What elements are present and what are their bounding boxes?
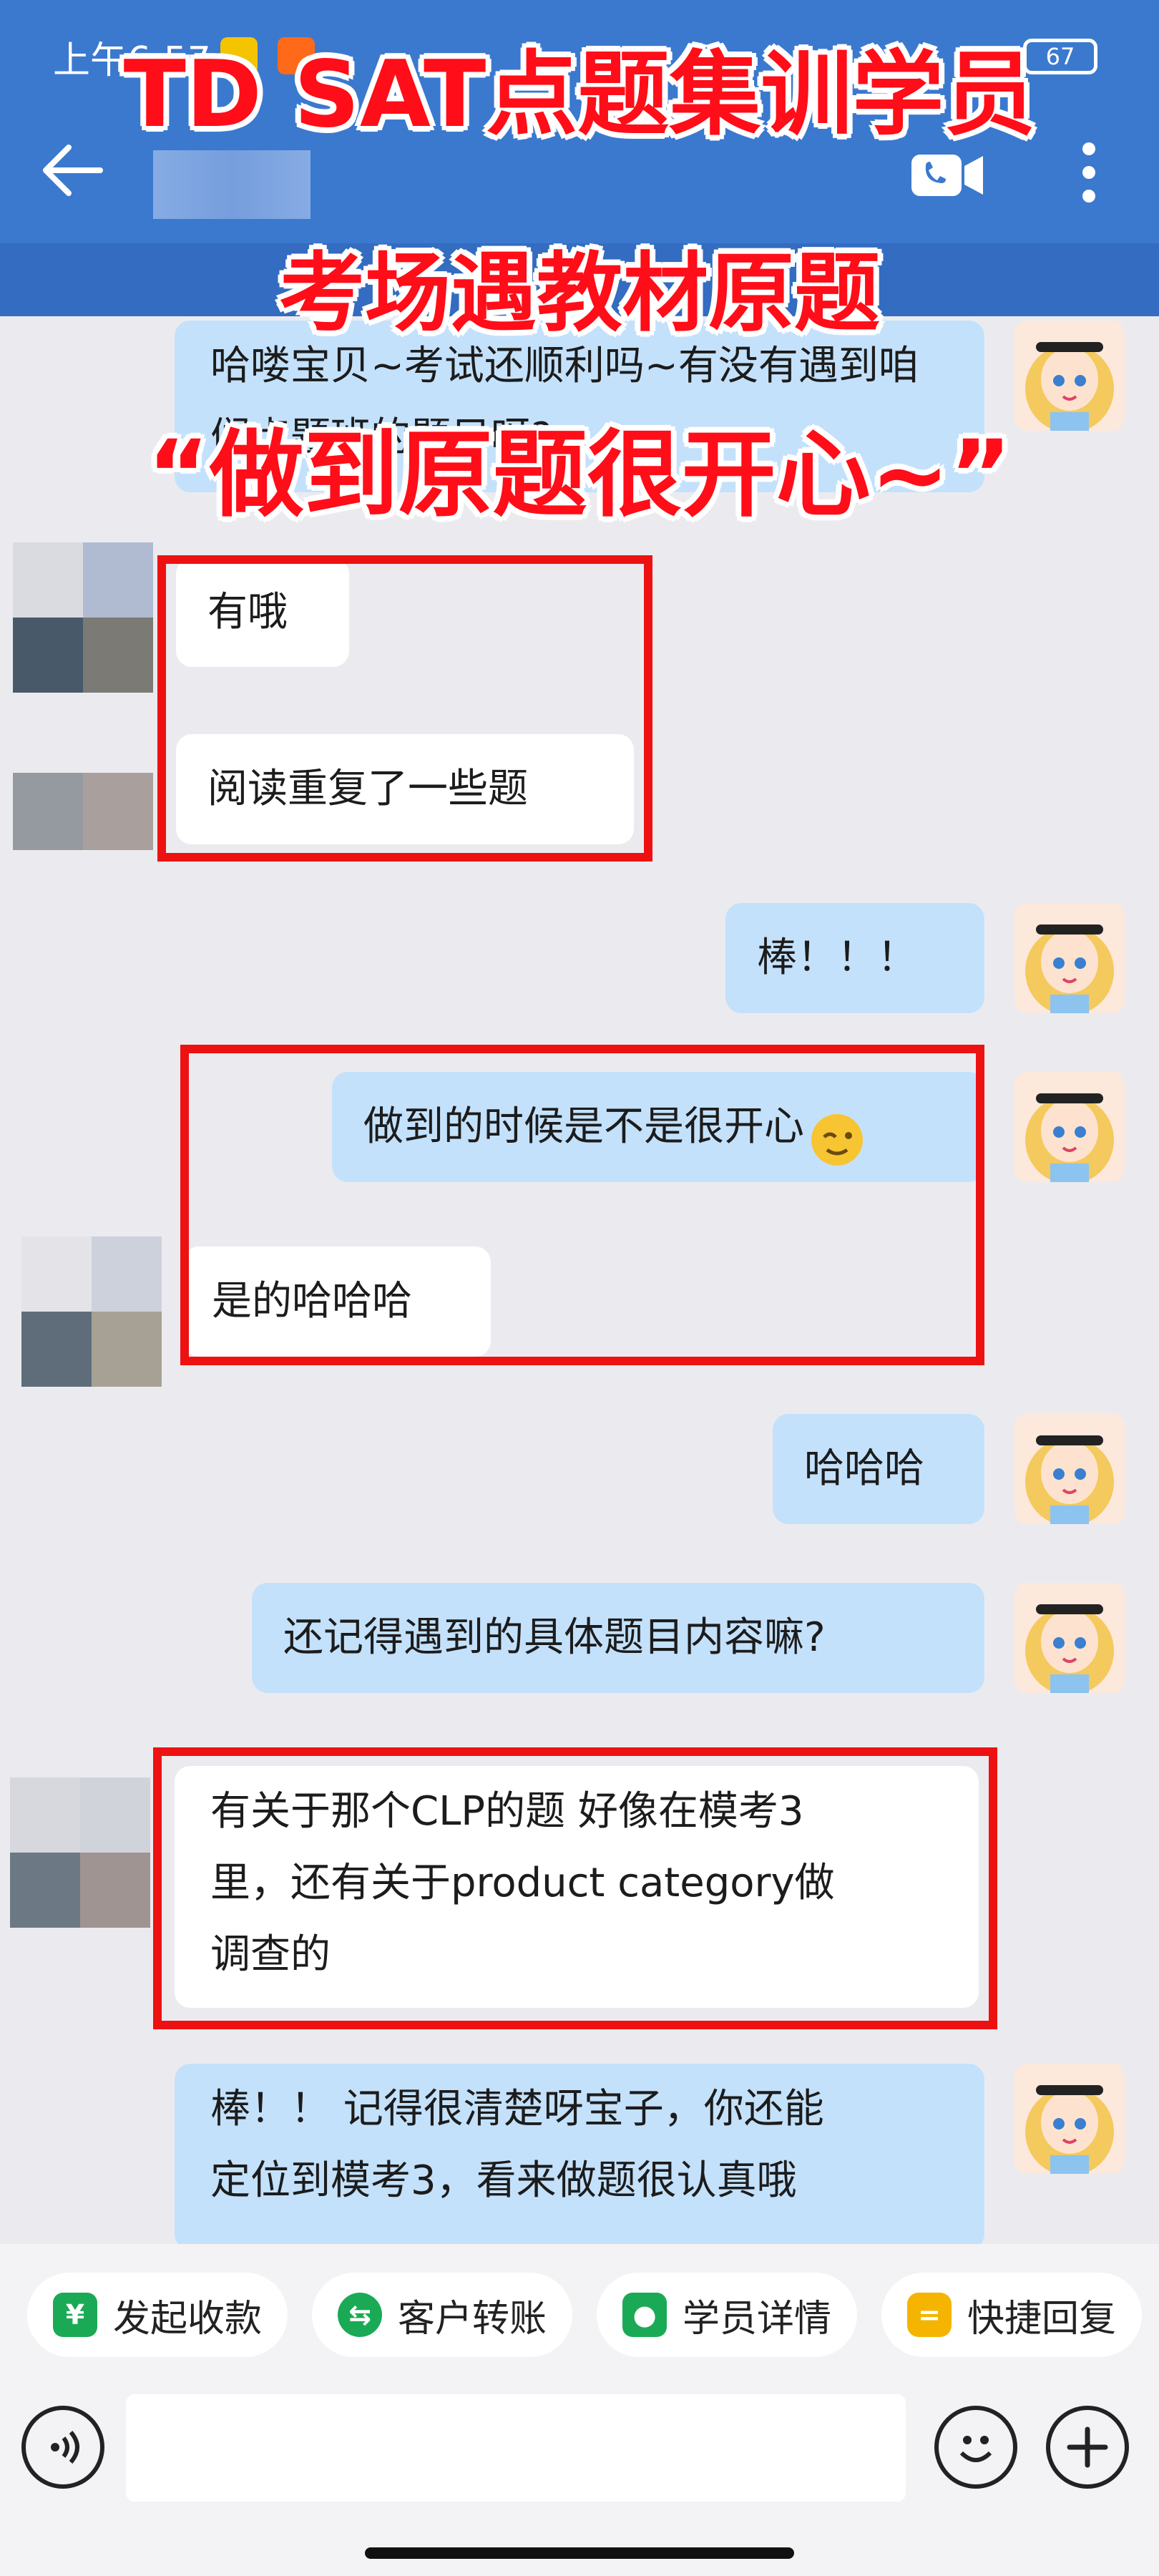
agent-avatar[interactable] [1014, 1583, 1125, 1693]
highlight-box [157, 555, 652, 862]
quick-action-row: ¥ 发起收款 ⇆ 客户转账 ● 学员详情 = 快捷回复 [27, 2273, 1143, 2357]
quick-action-transfer[interactable]: ⇆ 客户转账 [312, 2273, 573, 2357]
message-text: 棒！！！ [757, 935, 917, 981]
contact-name-blurred[interactable] [153, 150, 310, 219]
agent-avatar[interactable] [1014, 1414, 1125, 1524]
quick-action-quick-reply[interactable]: = 快捷回复 [881, 2273, 1143, 2357]
user-avatar-blurred[interactable] [10, 1777, 150, 1928]
voice-input-button[interactable] [21, 2406, 104, 2489]
message-bubble-outgoing[interactable]: 棒！！！ [725, 903, 984, 1013]
message-text-line: 定位到模考3，看来做题很认真哦 [210, 2157, 797, 2204]
more-actions-button[interactable] [1046, 2406, 1129, 2489]
highlight-box [180, 1045, 984, 1365]
overlay-quote: “做到原题很开心~” [147, 420, 1012, 530]
overlay-subtitle: 考场遇教材原题 [279, 244, 880, 343]
payment-shield-icon: ¥ [53, 2293, 97, 2337]
chip-label: 学员详情 [683, 2297, 832, 2341]
message-text: 还记得遇到的具体题目内容嘛? [283, 1614, 826, 1661]
user-avatar-blurred[interactable] [21, 1236, 162, 1387]
message-bubble-outgoing[interactable]: 哈哈哈 [773, 1414, 984, 1524]
user-avatar-blurred[interactable] [13, 773, 153, 850]
chip-label: 快捷回复 [967, 2297, 1117, 2341]
agent-avatar[interactable] [1014, 903, 1125, 1013]
highlight-box [153, 1747, 997, 2029]
chip-label: 客户转账 [398, 2297, 547, 2341]
quick-action-student-detail[interactable]: ● 学员详情 [597, 2273, 858, 2357]
student-profile-icon: ● [622, 2293, 667, 2337]
message-bubble-outgoing[interactable]: 还记得遇到的具体题目内容嘛? [252, 1583, 984, 1693]
back-arrow-icon[interactable] [40, 142, 104, 199]
quick-reply-icon: = [907, 2293, 952, 2337]
emoji-button[interactable] [934, 2406, 1017, 2489]
transfer-icon: ⇆ [338, 2293, 383, 2337]
chip-label: 发起收款 [113, 2297, 263, 2341]
more-vertical-icon[interactable] [1070, 140, 1107, 205]
message-bubble-outgoing[interactable]: 棒！！ 记得很清楚呀宝子，你还能 定位到模考3，看来做题很认真哦 [175, 2064, 984, 2250]
quick-action-collect-payment[interactable]: ¥ 发起收款 [27, 2273, 288, 2357]
message-text: 哈哈哈 [804, 1445, 924, 1492]
message-text-line: 棒！！ 记得很清楚呀宝子，你还能 [210, 2086, 824, 2132]
agent-avatar[interactable] [1014, 1072, 1125, 1182]
agent-avatar[interactable] [1014, 2064, 1125, 2174]
video-call-icon[interactable] [909, 149, 987, 202]
home-indicator[interactable] [365, 2547, 794, 2559]
message-input[interactable] [126, 2394, 906, 2502]
overlay-title: TD SAT点题集训学员 [123, 42, 1036, 148]
user-avatar-blurred[interactable] [13, 542, 153, 693]
